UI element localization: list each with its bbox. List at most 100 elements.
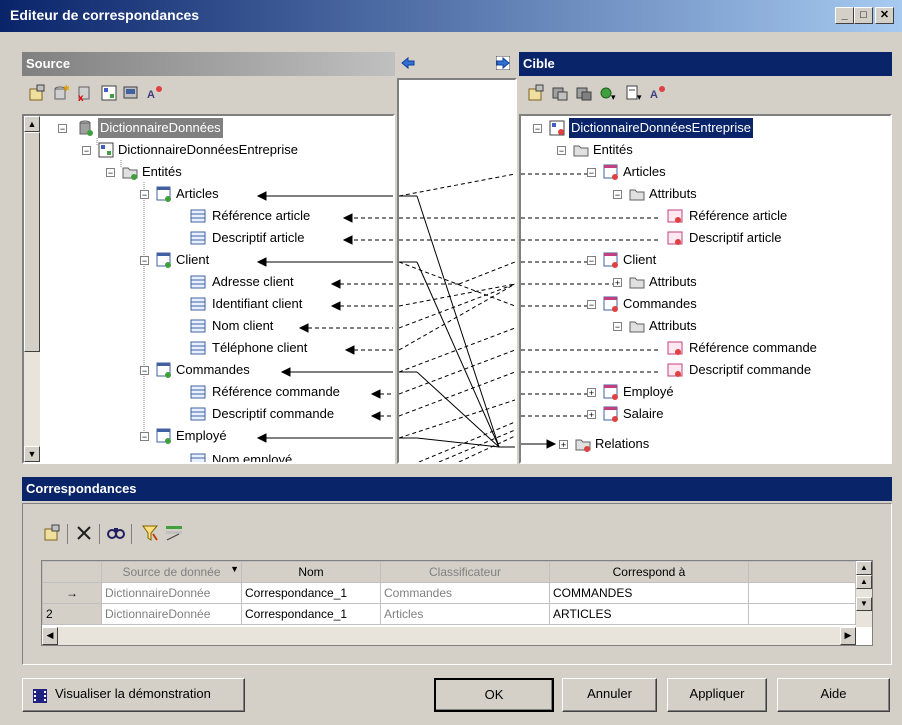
folder-icon xyxy=(575,439,591,452)
attribute-icon xyxy=(667,209,683,223)
folder-icon xyxy=(629,277,645,289)
row-marker[interactable]: 2 xyxy=(42,603,102,625)
model-icon[interactable] xyxy=(100,84,118,102)
delete-source-icon[interactable]: x xyxy=(76,84,94,102)
tree-node-label: Descriptif article xyxy=(689,230,782,245)
target-toolbar: ▾ ▾ A xyxy=(519,78,892,108)
scroll-right-button[interactable]: ▶ xyxy=(840,627,856,645)
cell-classifier[interactable]: Articles xyxy=(380,603,550,625)
source-tree[interactable]: ▲ ▼ − DictionnaireDonnées − Dictionnaire… xyxy=(22,114,395,464)
attribute-icon xyxy=(667,341,683,355)
grid-vertical-scrollbar[interactable]: ▲ ▲ ▼ xyxy=(856,561,872,627)
add-entity-icon[interactable] xyxy=(551,84,569,102)
svg-text:▾: ▾ xyxy=(637,92,642,102)
window-title: Editeur de correspondances xyxy=(10,7,200,23)
folder-icon xyxy=(573,145,589,157)
cell-target[interactable]: ARTICLES xyxy=(549,603,749,625)
properties-icon[interactable] xyxy=(527,84,545,102)
new-source-icon[interactable]: ✱ xyxy=(52,84,70,102)
source-header-label: Source xyxy=(26,56,71,71)
target-header-label: Cible xyxy=(523,56,555,71)
column-header-label: Correspond à xyxy=(612,565,686,579)
arrow-right-icon[interactable] xyxy=(496,56,510,70)
properties-icon[interactable] xyxy=(43,524,61,542)
minimize-button[interactable]: _ xyxy=(835,7,854,24)
direction-bar xyxy=(397,52,517,76)
correspondances-header: Correspondances xyxy=(22,477,892,501)
mapping-lines xyxy=(399,173,515,462)
arrow-left-icon[interactable] xyxy=(401,56,415,70)
add-attribute-icon[interactable] xyxy=(575,84,593,102)
help-button[interactable]: Aide xyxy=(777,678,890,712)
find-icon[interactable]: A xyxy=(649,84,667,102)
filter-icon[interactable]: ▾ xyxy=(599,84,617,102)
correspondances-grid[interactable]: Source de donnée ▼ Nom Classificateur Cor… xyxy=(41,560,873,646)
scroll-down-button[interactable]: ▼ xyxy=(856,597,872,611)
mapping-canvas xyxy=(397,78,517,464)
filter-icon[interactable] xyxy=(141,524,159,542)
properties-icon[interactable] xyxy=(28,84,46,102)
correspondances-header-label: Correspondances xyxy=(26,481,137,496)
title-bar: Editeur de correspondances _ □ ✕ xyxy=(0,0,902,32)
source-header: Source xyxy=(22,52,395,76)
svg-text:▾: ▾ xyxy=(611,92,616,102)
toolbar-separator xyxy=(67,524,68,544)
column-header-source[interactable]: Source de donnée ▼ xyxy=(101,561,242,583)
entity-icon xyxy=(603,164,618,180)
tree-node-label: Articles xyxy=(623,164,666,179)
cell-source[interactable]: DictionnaireDonnée xyxy=(101,582,242,604)
tree-node-label: Commandes xyxy=(623,296,697,311)
column-header-empty xyxy=(748,561,856,583)
cancel-button[interactable]: Annuler xyxy=(562,678,657,712)
table-row[interactable]: 2 DictionnaireDonnée Correspondance_1 Ar… xyxy=(42,603,856,625)
tree-node-label: Référence commande xyxy=(689,340,817,355)
cell-name[interactable]: Correspondance_1 xyxy=(241,582,381,604)
cell-name[interactable]: Correspondance_1 xyxy=(241,603,381,625)
correspondances-panel: Source de donnée ▼ Nom Classificateur Cor… xyxy=(22,503,892,665)
column-header-classifier[interactable]: Classificateur xyxy=(380,561,550,583)
cell-target[interactable]: COMMANDES xyxy=(549,582,749,604)
film-icon xyxy=(33,689,47,703)
target-header: Cible xyxy=(519,52,892,76)
clear-filter-icon[interactable] xyxy=(165,524,183,542)
close-button[interactable]: ✕ xyxy=(875,7,894,24)
folder-icon xyxy=(629,321,645,333)
scroll-top-button[interactable]: ▲ xyxy=(856,575,872,589)
ok-button[interactable]: OK xyxy=(434,678,554,712)
row-header-corner xyxy=(42,561,102,583)
scroll-left-button[interactable]: ◀ xyxy=(42,627,58,645)
find-icon[interactable] xyxy=(107,524,125,542)
column-header-name[interactable]: Nom xyxy=(241,561,381,583)
cell-empty xyxy=(748,582,856,604)
row-marker[interactable]: → xyxy=(42,582,102,604)
apply-button[interactable]: Appliquer xyxy=(667,678,767,712)
help-button-label: Aide xyxy=(820,686,847,701)
cell-source[interactable]: DictionnaireDonnée xyxy=(101,603,242,625)
demo-button[interactable]: Visualiser la démonstration xyxy=(22,678,245,712)
toolbar-separator xyxy=(131,524,132,544)
view-icon[interactable]: ▾ xyxy=(625,84,643,102)
attribute-icon xyxy=(667,363,683,377)
table-row[interactable]: → DictionnaireDonnée Correspondance_1 Co… xyxy=(42,582,856,604)
entity-icon xyxy=(603,406,618,422)
tree-node-label: Référence article xyxy=(689,208,788,223)
scroll-up-button[interactable]: ▲ xyxy=(856,561,872,575)
tree-node-label: Attributs xyxy=(649,274,697,289)
import-icon[interactable] xyxy=(122,84,140,102)
delete-icon[interactable] xyxy=(75,524,93,542)
find-icon[interactable]: A xyxy=(146,84,164,102)
maximize-button[interactable]: □ xyxy=(854,7,873,24)
tree-node-label: Entités xyxy=(593,142,633,157)
target-mapping-arrows xyxy=(521,173,661,449)
target-tree[interactable]: − DictionnaireDonnéesEntreprise − Entité… xyxy=(519,114,892,464)
svg-text:x: x xyxy=(78,93,84,102)
toolbar-separator xyxy=(99,524,100,544)
column-header-label: Classificateur xyxy=(428,565,502,579)
grid-horizontal-scrollbar[interactable]: ◀ ▶ xyxy=(42,627,856,645)
column-header-target[interactable]: Correspond à xyxy=(549,561,749,583)
column-header-label: Nom xyxy=(298,565,324,579)
svg-text:A: A xyxy=(650,89,658,101)
cell-classifier[interactable]: Commandes xyxy=(380,582,550,604)
tree-node-label: Salaire xyxy=(623,406,664,421)
column-header-label: Source de donnée xyxy=(122,565,221,579)
